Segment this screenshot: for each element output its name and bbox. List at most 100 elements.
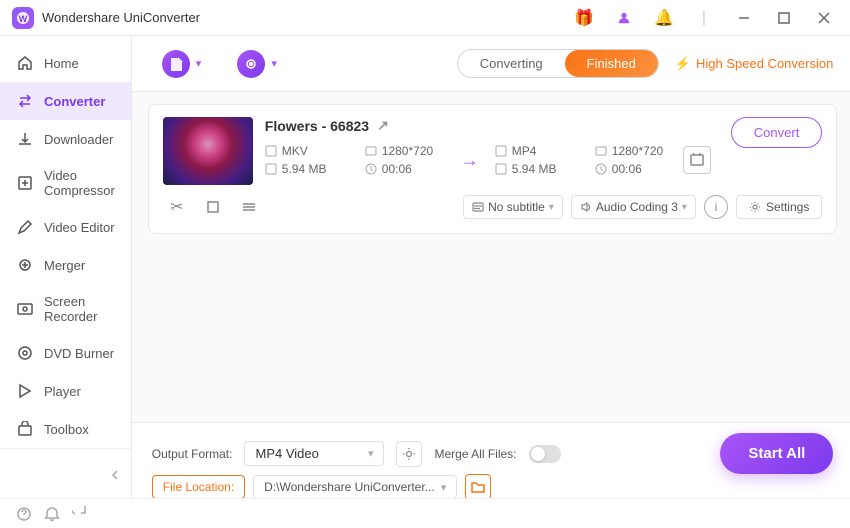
screen-record-icon (237, 50, 265, 78)
home-icon (16, 54, 34, 72)
info-button[interactable]: i (704, 195, 728, 219)
subtitle-select[interactable]: No subtitle ▾ (463, 195, 563, 219)
audio-icon (580, 201, 592, 213)
sidebar-item-dvd-burner[interactable]: DVD Burner (0, 334, 131, 372)
audio-chevron: ▾ (682, 202, 687, 213)
dvd-burner-icon (16, 344, 34, 362)
source-meta2: 1280*720 00:06 (365, 144, 445, 176)
crop-icon[interactable] (199, 193, 227, 221)
convert-button[interactable]: Convert (731, 117, 823, 148)
user-icon[interactable] (610, 4, 638, 32)
sidebar-item-video-editor[interactable]: Video Editor (0, 208, 131, 246)
dest-meta2: 1280*720 00:06 (595, 144, 675, 176)
maximize-icon[interactable] (770, 4, 798, 32)
subtitle-chevron: ▾ (549, 202, 554, 213)
file-meta-row: MKV 5.94 MB 1280*720 (265, 144, 719, 176)
start-all-button[interactable]: Start All (720, 433, 833, 474)
dest-res-icon (595, 145, 607, 157)
screen-record-button[interactable]: ▾ (227, 44, 287, 84)
tab-converting[interactable]: Converting (458, 50, 565, 77)
thumbnail-image (163, 117, 253, 185)
sidebar-label-compressor: Video Compressor (44, 168, 115, 198)
dest-file-icon (495, 145, 507, 157)
sidebar-item-downloader[interactable]: Downloader (0, 120, 131, 158)
minimize-icon[interactable] (730, 4, 758, 32)
window-controls: 🎁 🔔 | (570, 4, 838, 32)
video-area: Flowers - 66823 ↗ MKV (132, 92, 850, 422)
sidebar-item-converter[interactable]: Converter (0, 82, 131, 120)
help-icon[interactable] (16, 506, 32, 522)
refresh-footer-icon[interactable] (72, 506, 88, 522)
output-format-value: MP4 Video (255, 446, 318, 461)
editor-icon (16, 218, 34, 236)
video-actions-row: ✂ No subtitle ▾ Audio Co (163, 193, 823, 221)
sidebar-footer (0, 448, 131, 498)
settings-button[interactable]: Settings (736, 195, 822, 219)
app-title: Wondershare UniConverter (42, 10, 570, 25)
browse-folder-button[interactable] (465, 474, 491, 498)
bottom-bar: Output Format: MP4 Video ▾ Merge All Fil… (132, 422, 850, 498)
sidebar-label-merger: Merger (44, 258, 85, 273)
subtitle-value: No subtitle (488, 200, 545, 214)
titlebar: W Wondershare UniConverter 🎁 🔔 | (0, 0, 850, 36)
dest-dur-icon (595, 163, 607, 175)
sidebar-item-toolbox[interactable]: Toolbox (0, 410, 131, 448)
app-logo: W (12, 7, 34, 29)
bell-icon[interactable]: 🔔 (650, 4, 678, 32)
sidebar-item-video-compressor[interactable]: Video Compressor (0, 158, 131, 208)
toolbar: ▾ ▾ Converting Finished ⚡ High Speed Con… (132, 36, 850, 92)
tab-finished[interactable]: Finished (565, 50, 658, 77)
effects-icon[interactable] (235, 193, 263, 221)
settings-small-icon (402, 447, 416, 461)
audio-select[interactable]: Audio Coding 3 ▾ (571, 195, 696, 219)
footer (0, 498, 850, 528)
high-speed-conversion: ⚡ High Speed Conversion (675, 56, 834, 72)
source-size: 5.94 MB (282, 162, 327, 176)
notification-footer-icon[interactable] (44, 506, 60, 522)
divider-icon: | (690, 4, 718, 32)
compressor-icon (16, 174, 34, 192)
location-chevron[interactable]: ▾ (441, 481, 447, 494)
video-details: Flowers - 66823 ↗ MKV (265, 117, 719, 176)
sidebar-item-home[interactable]: Home (0, 44, 131, 82)
dest-format: MP4 (512, 144, 537, 158)
settings-label: Settings (766, 200, 809, 214)
dest-res-row: 1280*720 (595, 144, 675, 158)
high-speed-label: High Speed Conversion (696, 56, 833, 71)
merge-toggle[interactable] (529, 445, 561, 463)
sidebar-label-converter: Converter (44, 94, 105, 109)
sidebar-label-screen-recorder: Screen Recorder (44, 294, 115, 324)
close-icon[interactable] (810, 4, 838, 32)
destination-icon-btn[interactable] (683, 146, 711, 174)
dest-format-row: MP4 (495, 144, 595, 158)
dest-meta: MP4 5.94 MB (495, 144, 595, 176)
source-meta: MKV 5.94 MB (265, 144, 365, 176)
gift-icon[interactable]: 🎁 (570, 4, 598, 32)
add-files-button[interactable]: ▾ (152, 44, 212, 84)
merge-label: Merge All Files: (434, 447, 516, 461)
svg-text:W: W (19, 14, 28, 24)
add-files-chevron: ▾ (196, 57, 202, 70)
external-link-icon[interactable]: ↗ (377, 117, 389, 134)
main-layout: Home Converter Downloader Video Compress… (0, 36, 850, 498)
sidebar-collapse-btn[interactable] (0, 459, 131, 491)
tab-group: Converting Finished (457, 49, 659, 78)
sidebar-label-downloader: Downloader (44, 132, 113, 147)
add-files-icon (162, 50, 190, 78)
output-format-select[interactable]: MP4 Video ▾ (244, 441, 384, 466)
output-format-label: Output Format: (152, 447, 233, 461)
bottom-row2: File Location: D:\Wondershare UniConvert… (152, 474, 834, 498)
cut-icon[interactable]: ✂ (163, 193, 191, 221)
sidebar: Home Converter Downloader Video Compress… (0, 36, 132, 498)
sidebar-label-player: Player (44, 384, 81, 399)
sidebar-item-merger[interactable]: Merger (0, 246, 131, 284)
sidebar-label-toolbox: Toolbox (44, 422, 89, 437)
dest-size-icon (495, 163, 507, 175)
file-location-button[interactable]: File Location: (152, 475, 245, 498)
output-format-icon-btn[interactable] (396, 441, 422, 467)
sidebar-item-player[interactable]: Player (0, 372, 131, 410)
downloader-icon (16, 130, 34, 148)
source-format-row: MKV (265, 144, 365, 158)
sidebar-item-screen-recorder[interactable]: Screen Recorder (0, 284, 131, 334)
location-path-text: D:\Wondershare UniConverter... (264, 480, 435, 494)
